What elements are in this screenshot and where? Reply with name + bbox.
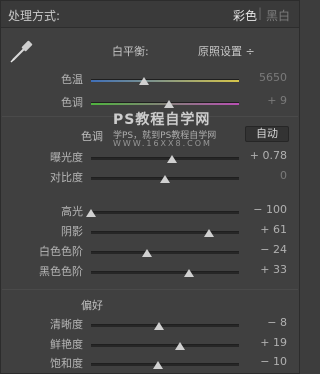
blacks-value[interactable]: + 33 [247, 263, 287, 276]
contrast-value[interactable]: 0 [247, 169, 287, 182]
shadows-label: 阴影 [61, 225, 83, 238]
highlights-slider-track[interactable] [91, 211, 239, 214]
contrast-slider-thumb[interactable] [160, 175, 170, 183]
clarity-value[interactable]: − 8 [247, 316, 287, 329]
treatment-color-button[interactable]: 彩色 [233, 7, 257, 24]
shadows-slider-thumb[interactable] [204, 229, 215, 237]
watermark-title: PS教程自学网 [113, 112, 211, 128]
contrast-label: 对比度 [50, 171, 83, 184]
eyedropper-icon[interactable] [8, 37, 36, 65]
vibrance-value[interactable]: + 19 [247, 336, 287, 349]
clarity-slider-track[interactable] [91, 324, 239, 327]
exposure-slider-thumb[interactable] [167, 155, 178, 163]
highlights-value[interactable]: − 100 [247, 203, 287, 216]
tint-value[interactable]: + 9 [247, 94, 287, 107]
saturation-slider-thumb[interactable] [152, 361, 163, 369]
presence-section-label: 偏好 [81, 299, 103, 312]
watermark-url: WWW.16XX8.COM [113, 139, 212, 148]
temp-label: 色温 [61, 73, 83, 86]
temp-slider-thumb[interactable] [139, 77, 150, 85]
white-balance-preset-dropdown[interactable]: 原照设置 ÷ [198, 43, 255, 59]
whites-value[interactable]: − 24 [247, 243, 287, 256]
treatment-separator: | [258, 6, 263, 20]
exposure-slider-track[interactable] [91, 157, 239, 160]
exposure-label: 曝光度 [50, 151, 83, 164]
whites-slider-thumb[interactable] [142, 249, 153, 257]
tint-label: 色调 [61, 96, 83, 109]
highlights-slider-thumb[interactable] [86, 209, 96, 217]
whites-slider-track[interactable] [91, 251, 239, 254]
whites-label: 白色色阶 [39, 245, 83, 258]
vibrance-slider-track[interactable] [91, 344, 239, 347]
shadows-slider-track[interactable] [91, 231, 239, 234]
white-balance-label: 白平衡: [112, 45, 149, 58]
tint-slider-thumb[interactable] [164, 100, 175, 108]
clarity-label: 清晰度 [50, 318, 83, 331]
blacks-slider-track[interactable] [91, 271, 239, 274]
exposure-value[interactable]: + 0.78 [247, 149, 287, 162]
tone-auto-button[interactable]: 自动 [245, 126, 289, 142]
blacks-slider-thumb[interactable] [183, 269, 194, 277]
basic-panel: 处理方式: 彩色 | 黑白 白平衡: 原照设置 ÷ 色温 5650 色调 + 9… [0, 0, 300, 374]
vibrance-slider-thumb[interactable] [174, 342, 185, 350]
temp-slider-track[interactable] [91, 79, 239, 82]
treatment-label: 处理方式: [8, 9, 61, 23]
vibrance-label: 鲜艳度 [50, 338, 83, 351]
highlights-label: 高光 [61, 205, 83, 218]
clarity-slider-thumb[interactable] [154, 322, 165, 330]
saturation-label: 饱和度 [50, 357, 83, 370]
blacks-label: 黑色色阶 [39, 265, 83, 278]
treatment-bw-button[interactable]: 黑白 [266, 7, 290, 24]
saturation-value[interactable]: − 10 [247, 355, 287, 368]
tone-section-label: 色调 [81, 130, 103, 143]
temp-value[interactable]: 5650 [247, 71, 287, 84]
section-divider [2, 289, 298, 290]
shadows-value[interactable]: + 61 [247, 223, 287, 236]
saturation-slider-track[interactable] [91, 363, 239, 366]
